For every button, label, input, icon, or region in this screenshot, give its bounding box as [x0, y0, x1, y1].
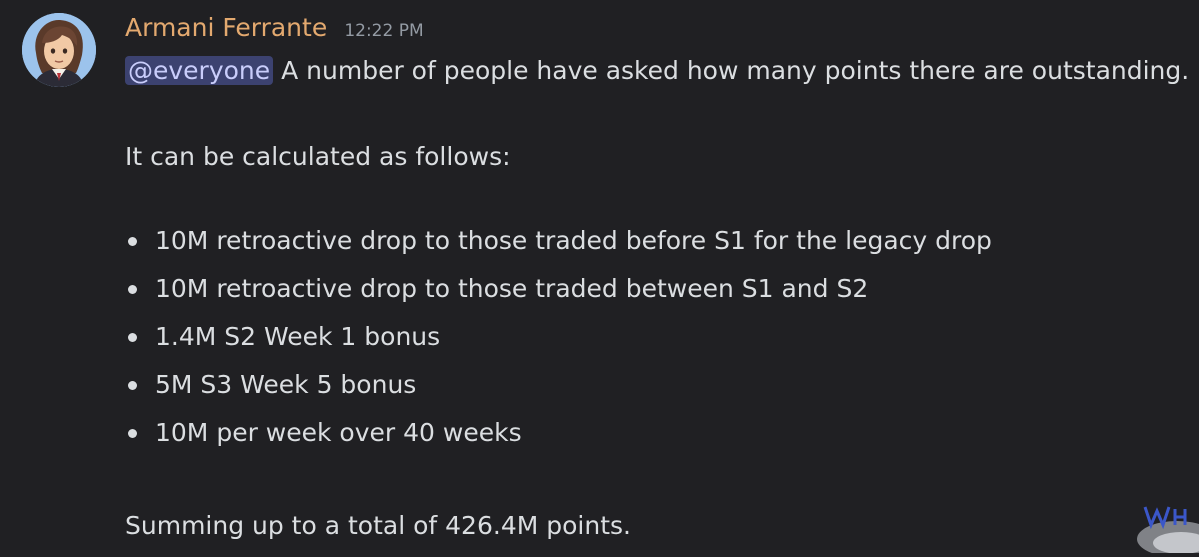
message-first-line: @everyone A number of people have asked …: [125, 54, 1189, 88]
chat-message: Armani Ferrante 12:22 PM @everyone A num…: [0, 0, 1199, 557]
list-item-text: 5M S3 Week 5 bonus: [155, 370, 417, 399]
avatar-illustration-icon: [22, 13, 96, 87]
intro-text: It can be calculated as follows:: [125, 142, 511, 171]
bullet-icon: [128, 381, 137, 390]
list-item-text: 10M per week over 40 weeks: [155, 418, 522, 447]
list-item: 1.4M S2 Week 1 bonus: [125, 320, 992, 354]
bullet-icon: [128, 285, 137, 294]
watermark-badge-icon: [1129, 495, 1199, 557]
list-item: 10M per week over 40 weeks: [125, 416, 992, 450]
first-line-text: A number of people have asked how many p…: [273, 56, 1190, 85]
bullet-list: 10M retroactive drop to those traded bef…: [125, 224, 992, 464]
list-item: 5M S3 Week 5 bonus: [125, 368, 992, 402]
list-item-text: 10M retroactive drop to those traded bet…: [155, 274, 869, 303]
message-header: Armani Ferrante 12:22 PM: [125, 13, 424, 49]
avatar[interactable]: [22, 13, 96, 87]
author-name[interactable]: Armani Ferrante: [125, 13, 327, 42]
list-item-text: 10M retroactive drop to those traded bef…: [155, 226, 992, 255]
list-item: 10M retroactive drop to those traded bef…: [125, 224, 992, 258]
message-timestamp[interactable]: 12:22 PM: [344, 21, 423, 41]
bullet-icon: [128, 333, 137, 342]
summary-text: Summing up to a total of 426.4M points.: [125, 511, 631, 540]
bullet-icon: [128, 429, 137, 438]
everyone-mention[interactable]: @everyone: [125, 56, 274, 85]
bullet-icon: [128, 237, 137, 246]
list-item: 10M retroactive drop to those traded bet…: [125, 272, 992, 306]
list-item-text: 1.4M S2 Week 1 bonus: [155, 322, 441, 351]
